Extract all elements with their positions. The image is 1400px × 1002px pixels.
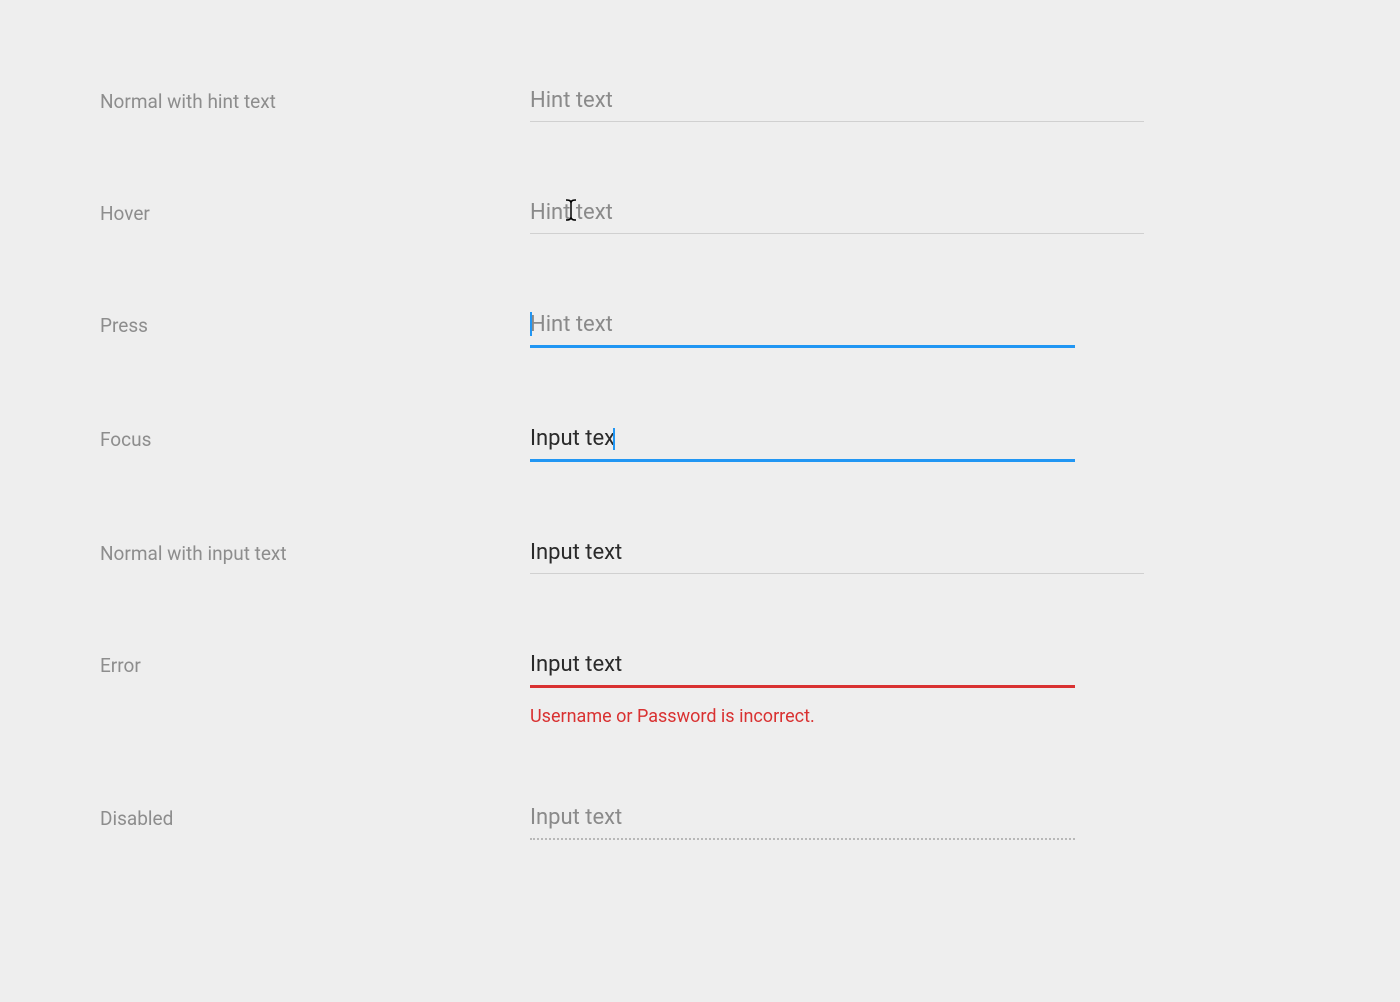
caret-press (530, 312, 532, 336)
label-press: Press (100, 304, 530, 337)
label-error: Error (100, 644, 530, 677)
label-normal-hint: Normal with hint text (100, 80, 530, 113)
label-hover: Hover (100, 192, 530, 225)
row-disabled: Disabled (100, 797, 1300, 840)
focus-value: Input tex (530, 426, 615, 451)
underline-press (530, 345, 1075, 348)
underline-normal-hint (530, 121, 1144, 122)
row-hover: Hover (100, 192, 1300, 234)
underline-error (530, 685, 1075, 688)
caret-focus (613, 428, 615, 450)
field-wrapper-normal-hint (530, 80, 1144, 122)
input-press[interactable] (530, 304, 1144, 345)
underline-disabled (530, 838, 1075, 840)
field-wrapper-hover (530, 192, 1144, 234)
field-wrapper-press (530, 304, 1144, 348)
field-wrapper-focus: Input tex (530, 418, 1144, 462)
row-normal-hint: Normal with hint text (100, 80, 1300, 122)
underline-hover (530, 233, 1144, 234)
row-focus: Focus Input tex (100, 418, 1300, 462)
input-disabled (530, 797, 1144, 838)
underline-normal-input (530, 573, 1144, 574)
error-message: Username or Password is incorrect. (530, 706, 1144, 727)
input-error[interactable] (530, 644, 1144, 685)
label-normal-input: Normal with input text (100, 532, 530, 565)
input-normal-hint[interactable] (530, 80, 1144, 121)
row-error: Error Username or Password is incorrect. (100, 644, 1300, 727)
label-disabled: Disabled (100, 797, 530, 830)
label-focus: Focus (100, 418, 530, 451)
field-wrapper-disabled (530, 797, 1144, 840)
underline-focus (530, 459, 1075, 462)
input-hover[interactable] (530, 192, 1144, 233)
row-press: Press (100, 304, 1300, 348)
field-wrapper-normal-input (530, 532, 1144, 574)
input-focus[interactable]: Input tex (530, 418, 1144, 459)
row-normal-input: Normal with input text (100, 532, 1300, 574)
field-wrapper-error: Username or Password is incorrect. (530, 644, 1144, 727)
input-normal-input[interactable] (530, 532, 1144, 573)
